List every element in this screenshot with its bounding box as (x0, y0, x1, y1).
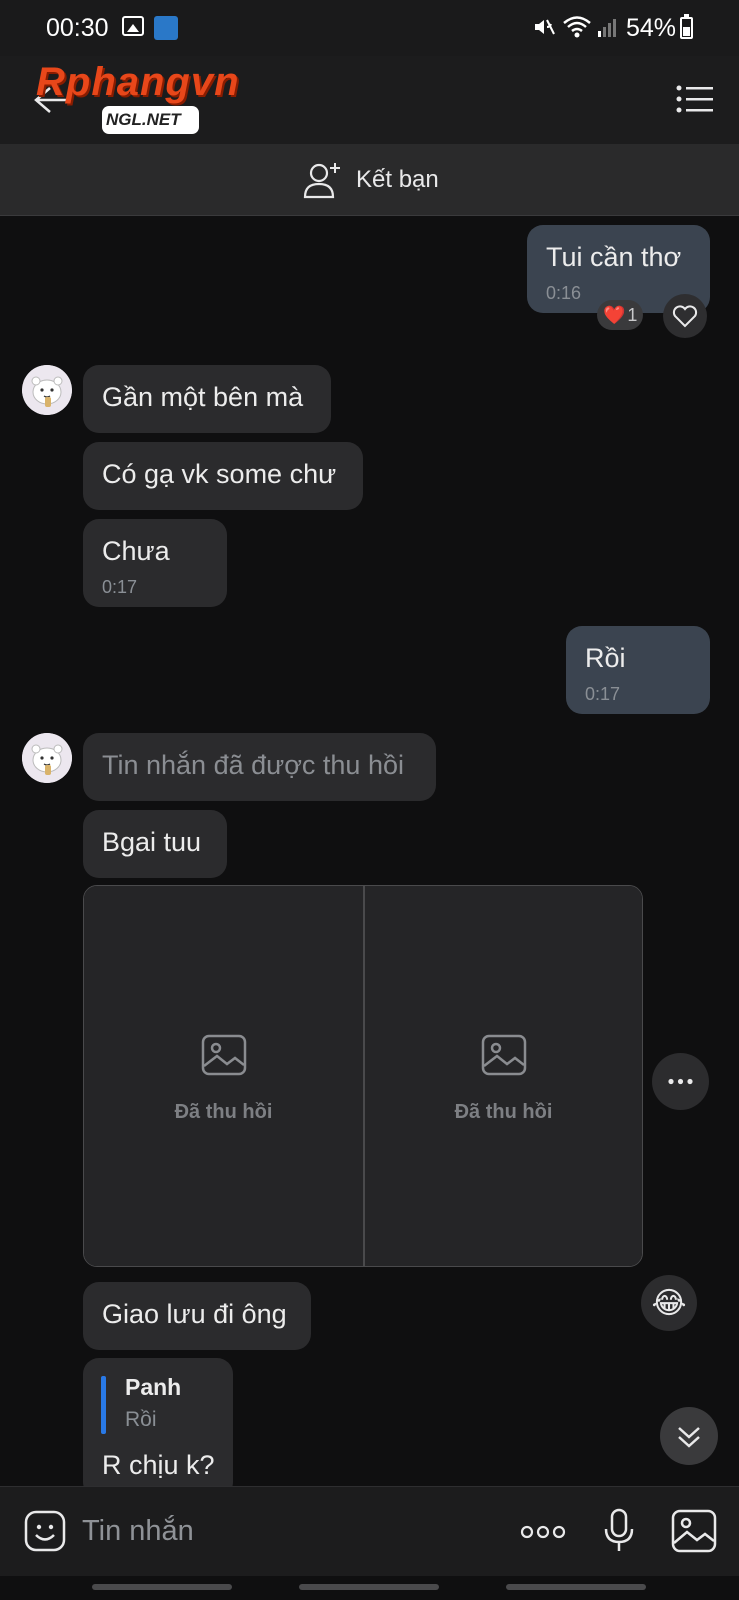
message-bubble-incoming[interactable]: Bgai tuu (83, 810, 227, 878)
add-user-icon (303, 163, 340, 199)
heart-outline-icon (672, 305, 698, 328)
recalled-image-group[interactable]: Đã thu hồi Đã thu hồi (83, 885, 643, 1267)
message-text: Giao lưu đi ông (102, 1299, 287, 1329)
status-bar: 00:30 54% (0, 0, 739, 56)
reaction-count: 1 (627, 304, 638, 325)
message-time: 0:17 (102, 577, 138, 597)
message-text: Chưa (102, 536, 170, 566)
message-time: 0:17 (585, 684, 621, 704)
recalled-message-text: Tin nhắn đã được thu hồi (102, 750, 404, 780)
app-notification-icon (154, 16, 178, 40)
microphone-icon[interactable] (601, 1507, 637, 1555)
message-text: R chịu k? (102, 1450, 215, 1480)
avatar[interactable] (22, 733, 72, 783)
message-text: Rồi (585, 643, 626, 673)
watermark-logo-text: Rphangvn (36, 60, 240, 104)
message-reaction[interactable]: ❤️ 1 (597, 300, 644, 330)
message-bubble-incoming[interactable]: Giao lưu đi ông (83, 1282, 311, 1350)
chat-thread[interactable]: Tui cần thơ 0:16 ❤️ 1 Gần một bên mà Có … (0, 216, 739, 1486)
message-input[interactable] (82, 1511, 482, 1551)
battery-percent: 54% (626, 14, 677, 42)
battery-icon (680, 14, 693, 39)
wifi-icon (563, 16, 591, 38)
react-button[interactable] (663, 294, 707, 338)
image-placeholder-icon (481, 1034, 526, 1076)
message-bubble-incoming[interactable]: Có gạ vk some chư (83, 442, 363, 510)
reply-quote-bar (101, 1376, 106, 1434)
mute-icon (535, 19, 555, 35)
more-dots-icon (668, 1078, 693, 1085)
double-chevron-down-icon (678, 1427, 700, 1448)
signal-icon (598, 19, 616, 37)
recalled-image-label: Đã thu hồi (454, 1101, 553, 1123)
message-text: Bgai tuu (102, 827, 202, 857)
message-time: 0:16 (546, 283, 582, 303)
avatar[interactable] (22, 365, 72, 415)
gallery-notification-icon (122, 16, 144, 36)
more-options-button[interactable] (652, 1053, 709, 1110)
message-bubble-incoming[interactable]: Gần một bên mà (83, 365, 331, 433)
reply-message-bubble[interactable]: Panh Rồi R chịu k? (83, 1358, 233, 1486)
status-time: 00:30 (46, 14, 109, 42)
message-text: Có gạ vk some chư (102, 459, 337, 489)
add-friend-label: Kết bạn (356, 166, 439, 193)
watermark-logo: Rphangvn NGL.NET (36, 60, 266, 136)
recalled-image[interactable]: Đã thu hồi (363, 886, 642, 1266)
nav-back-handle[interactable] (506, 1584, 646, 1590)
more-horizontal-icon[interactable] (519, 1522, 567, 1542)
nav-recent-handle[interactable] (92, 1584, 232, 1590)
reply-sender-name: Panh (125, 1374, 182, 1400)
add-friend-button[interactable]: Kết bạn (302, 158, 439, 202)
avatar-bear-icon (22, 733, 72, 783)
nav-home-handle[interactable] (299, 1584, 439, 1590)
avatar-bear-icon (22, 365, 72, 415)
message-composer (0, 1486, 739, 1576)
gallery-icon[interactable] (671, 1509, 717, 1553)
message-bubble-outgoing[interactable]: Rồi 0:17 (566, 626, 710, 714)
system-nav-bar (0, 1576, 739, 1600)
reply-quoted-text: Rồi (125, 1408, 157, 1431)
menu-list-icon[interactable] (676, 84, 714, 114)
message-text: Gần một bên mà (102, 382, 304, 412)
scroll-to-bottom-button[interactable] (660, 1407, 718, 1465)
heart-reaction-icon: ❤️ (603, 304, 626, 325)
message-text: Tui cần thơ (546, 242, 682, 272)
recalled-image[interactable]: Đã thu hồi (84, 886, 363, 1266)
sticker-icon[interactable] (23, 1509, 67, 1553)
watermark-logo-sub: NGL.NET (102, 106, 199, 134)
chat-header: Rphangvn NGL.NET (0, 56, 739, 144)
message-bubble-incoming[interactable]: Chưa 0:17 (83, 519, 227, 607)
recalled-message-bubble[interactable]: Tin nhắn đã được thu hồi (83, 733, 436, 801)
recalled-image-label: Đã thu hồi (174, 1101, 273, 1123)
quick-reaction-button[interactable]: 😂 (641, 1275, 697, 1331)
image-placeholder-icon (201, 1034, 246, 1076)
add-friend-bar: Kết bạn (0, 144, 739, 216)
laughing-emoji-icon: 😂 (651, 1286, 687, 1320)
